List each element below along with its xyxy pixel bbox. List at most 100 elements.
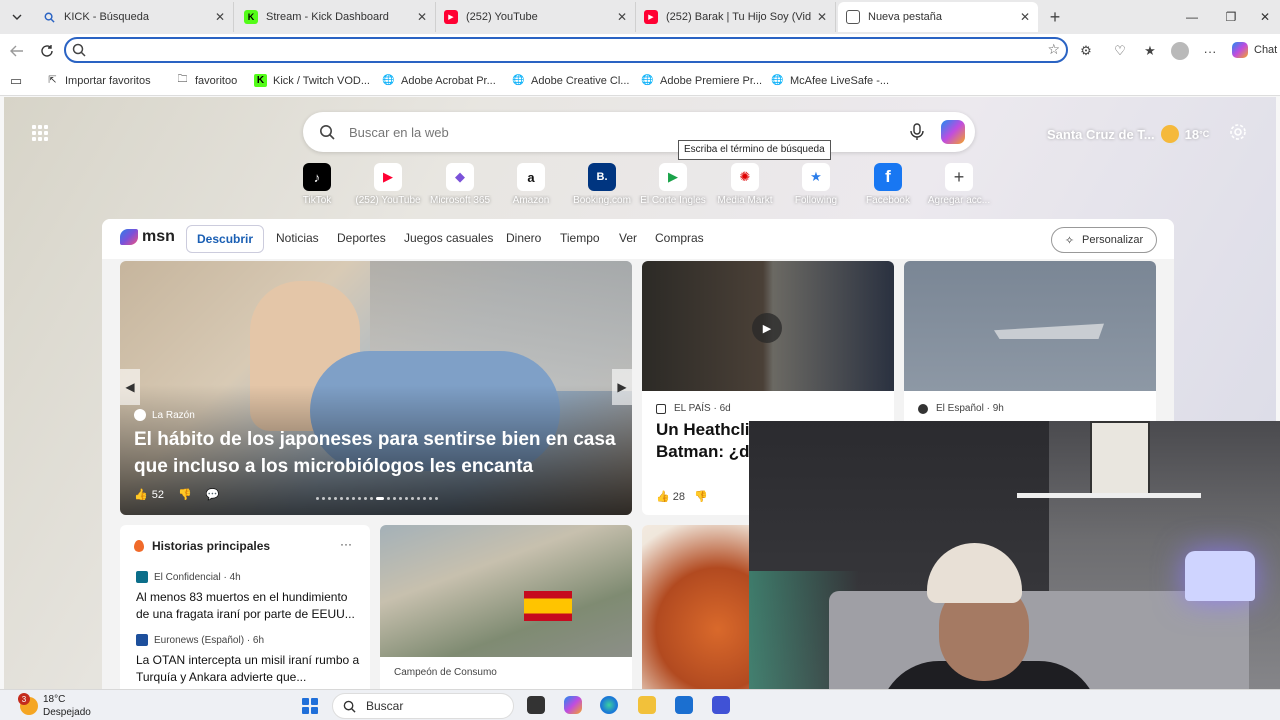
play-icon[interactable]: ▶ (752, 313, 782, 343)
carousel-prev-button[interactable]: ◀ (120, 369, 140, 405)
sidebar-toggle-icon[interactable]: ▭ (6, 71, 26, 91)
back-button[interactable] (6, 40, 28, 62)
hero-headline[interactable]: El hábito de los japoneses para sentirse… (134, 426, 624, 480)
carousel-next-button[interactable]: ▶ (612, 369, 632, 405)
source-name: EL PAÍS (674, 403, 711, 414)
booking-icon: B. (588, 163, 616, 191)
comment-icon[interactable]: 💬 (206, 488, 220, 501)
hero-carousel[interactable]: ◀ ▶ La Razón El hábito de los japoneses … (120, 261, 632, 515)
tab-actions-menu-button[interactable] (6, 6, 28, 28)
restore-button[interactable]: ❐ (1218, 6, 1244, 28)
taskbar: 3 18°C Despejado Buscar (0, 689, 1280, 720)
tab-deportes[interactable]: Deportes (337, 231, 386, 245)
edge-icon[interactable] (600, 696, 618, 714)
story-title[interactable]: Al menos 83 muertos en el hundimiento de… (136, 589, 360, 623)
personalize-button[interactable]: ✧ Personalizar (1051, 227, 1157, 253)
microphone-icon[interactable] (909, 123, 925, 141)
thumbs-down-icon[interactable]: 👎 (694, 490, 708, 503)
tab-tiempo[interactable]: Tiempo (560, 231, 600, 245)
quicklink-microsoft-365[interactable]: ◆ Microsoft 365 (420, 163, 500, 206)
extensions-icon[interactable]: ⚙ (1076, 41, 1096, 61)
webcam-overlay (749, 421, 1280, 720)
favorite-folder-favoritoo[interactable]: 🗀 favoritoo (176, 74, 238, 87)
favorite-mcafee[interactable]: 🌐 McAfee LiveSafe -... (771, 74, 889, 87)
gear-icon[interactable] (1229, 123, 1247, 141)
microsoft-store-icon[interactable] (675, 696, 693, 714)
quicklink-media-markt[interactable]: ✺ Media Markt (705, 163, 785, 206)
hero-source: La Razón (134, 409, 195, 421)
app-launcher-icon[interactable] (32, 125, 48, 141)
tab-new-tab[interactable]: Nueva pestaña ✕ (838, 2, 1038, 32)
favorites-icon[interactable]: ★ (1140, 41, 1160, 61)
address-input[interactable] (94, 42, 1034, 58)
minimize-button[interactable]: — (1179, 6, 1205, 28)
taskbar-weather[interactable]: 3 18°C Despejado (18, 693, 91, 719)
top-story-item[interactable]: El Confidencial · 4h Al menos 83 muertos… (136, 571, 360, 623)
quicklink-following[interactable]: ★ Following (776, 163, 856, 206)
close-icon[interactable]: ✕ (215, 10, 225, 24)
web-search-box[interactable]: Buscar en la web (303, 112, 975, 152)
quicklink-amazon[interactable]: a Amazon (491, 163, 571, 206)
quicklink-youtube[interactable]: ▶ (252) YouTube (348, 163, 428, 206)
story-publisher: Euronews (Español) · 6h (136, 634, 360, 646)
news-card-madrid[interactable]: Campeón de Consumo (380, 525, 632, 689)
close-icon[interactable]: ✕ (817, 10, 827, 24)
new-tab-button[interactable]: + (1044, 6, 1066, 28)
favorite-kick-twitch[interactable]: K Kick / Twitch VOD... (254, 74, 370, 87)
weather-widget[interactable]: Santa Cruz de T... 18 °C (1047, 125, 1209, 143)
thumbs-up-icon[interactable]: 👍 (656, 490, 670, 503)
address-bar[interactable]: ☆ (64, 37, 1068, 63)
taskbar-search[interactable]: Buscar (332, 693, 514, 719)
favorite-adobe-premiere[interactable]: 🌐 Adobe Premiere Pr... (641, 74, 762, 87)
story-title[interactable]: La OTAN intercepta un misil iraní rumbo … (136, 652, 360, 686)
tab-kick-busqueda[interactable]: KICK - Búsqueda ✕ (34, 2, 234, 32)
more-menu-icon[interactable]: ··· (1200, 41, 1220, 61)
favorite-adobe-acrobat[interactable]: 🌐 Adobe Acrobat Pr... (382, 74, 496, 87)
tab-dinero[interactable]: Dinero (506, 231, 541, 245)
copilot-chat-button[interactable]: Chat (1232, 42, 1277, 58)
browser-essentials-icon[interactable]: ♡ (1110, 41, 1130, 61)
tab-descubrir[interactable]: Descubrir (186, 225, 265, 253)
tab-juegos-casuales[interactable]: Juegos casuales (404, 231, 493, 245)
tab-youtube[interactable]: ▶ (252) YouTube ✕ (436, 2, 636, 32)
el-pais-logo-icon (656, 403, 666, 414)
quicklink-facebook[interactable]: f Facebook (848, 163, 928, 206)
quicklink-el-corte-ingles[interactable]: ▶ El Corte Ingles (633, 163, 713, 206)
copilot-icon[interactable] (564, 696, 582, 714)
thumbs-up-icon[interactable]: 👍 (134, 488, 148, 501)
quicklink-label: Facebook (866, 195, 910, 206)
profile-avatar[interactable] (1171, 42, 1189, 60)
quicklink-add[interactable]: + Agregar acc... (919, 163, 999, 206)
close-window-button[interactable]: ✕ (1252, 6, 1278, 28)
top-story-item[interactable]: Euronews (Español) · 6h La OTAN intercep… (136, 634, 360, 686)
task-view-icon[interactable] (527, 696, 545, 714)
close-icon[interactable]: ✕ (1020, 10, 1030, 24)
tab-strip: KICK - Búsqueda ✕ K Stream - Kick Dashbo… (0, 0, 1280, 34)
tab-kick-dashboard[interactable]: K Stream - Kick Dashboard ✕ (236, 2, 436, 32)
close-icon[interactable]: ✕ (617, 10, 627, 24)
tab-compras[interactable]: Compras (655, 231, 704, 245)
file-explorer-icon[interactable] (638, 696, 656, 714)
msn-header: msn Descubrir Noticias Deportes Juegos c… (102, 219, 1174, 259)
discord-icon[interactable] (712, 696, 730, 714)
copilot-icon[interactable] (941, 120, 965, 144)
tab-youtube-video[interactable]: ▶ (252) Barak | Tu Hijo Soy (Video Of ✕ (636, 2, 836, 32)
msn-logo[interactable]: msn (120, 228, 175, 246)
favorite-import[interactable]: ⇱ Importar favoritos (46, 74, 150, 87)
youtube-icon: ▶ (374, 163, 402, 191)
tab-noticias[interactable]: Noticias (276, 231, 319, 245)
thumbs-down-icon[interactable]: 👎 (178, 488, 192, 501)
msn-logo-text: msn (142, 228, 175, 245)
chat-label: Chat (1254, 44, 1278, 56)
refresh-button[interactable] (36, 40, 58, 62)
quicklink-booking[interactable]: B. Booking.com (562, 163, 642, 206)
close-icon[interactable]: ✕ (417, 10, 427, 24)
favorite-adobe-creative[interactable]: 🌐 Adobe Creative Cl... (512, 74, 629, 87)
facebook-icon: f (874, 163, 902, 191)
youtube-favicon-icon: ▶ (444, 10, 458, 24)
more-options-button[interactable]: ··· (340, 537, 352, 551)
windows-start-icon[interactable] (302, 698, 318, 714)
favorite-star-icon[interactable]: ☆ (1047, 41, 1060, 58)
tab-ver[interactable]: Ver (619, 231, 637, 245)
quicklink-tiktok[interactable]: ♪ TikTok (277, 163, 357, 206)
